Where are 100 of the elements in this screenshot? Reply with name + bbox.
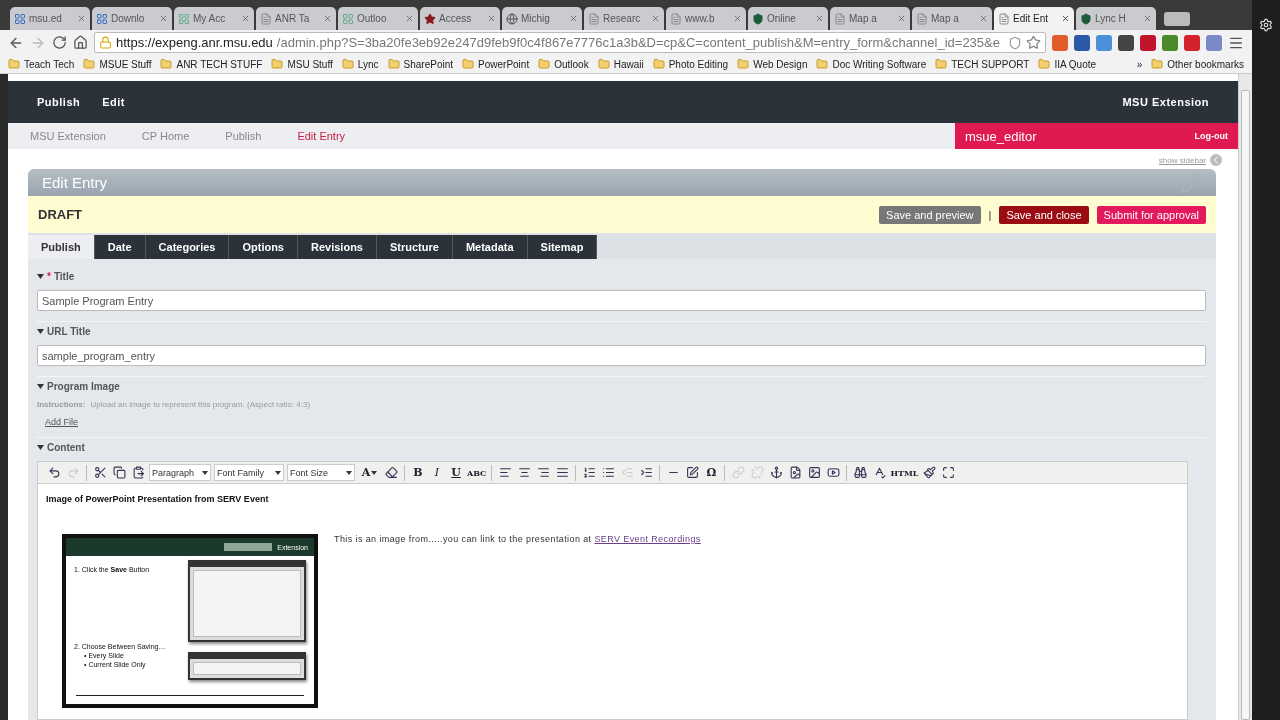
bookmark[interactable]: Photo Editing — [652, 58, 729, 70]
close-icon[interactable] — [241, 14, 250, 23]
bookmark[interactable]: Doc Writing Software — [816, 58, 927, 70]
indent-icon[interactable] — [640, 466, 653, 479]
add-file-link[interactable]: Add File — [45, 417, 1206, 427]
logout-link[interactable]: Log-out — [1194, 131, 1228, 141]
tab[interactable]: Structure — [376, 235, 453, 259]
bookmark[interactable]: SharePoint — [387, 58, 454, 70]
extension-icon[interactable] — [1074, 34, 1090, 51]
tab[interactable]: Date — [94, 235, 146, 259]
sidebar-toggle-icon[interactable] — [1210, 154, 1222, 166]
home-icon[interactable] — [73, 35, 88, 50]
browser-tab[interactable]: Online — [748, 7, 828, 30]
browser-tab[interactable]: Researc — [584, 7, 664, 30]
format-button[interactable]: HTML — [890, 467, 919, 478]
browser-tab[interactable]: Map a — [830, 7, 910, 30]
format-button[interactable]: Ω — [703, 466, 720, 479]
extension-icon[interactable] — [1184, 34, 1200, 51]
recordings-link[interactable]: SERV Event Recordings — [594, 534, 701, 544]
scissors-icon[interactable] — [93, 466, 107, 479]
bookmark[interactable]: MSU Stuff — [271, 58, 333, 70]
edit-icon[interactable] — [686, 466, 699, 479]
format-button[interactable]: ABC — [467, 467, 487, 478]
bookmark[interactable]: IIA Quote — [1038, 58, 1097, 70]
text-field[interactable]: Sample Program Entry — [37, 290, 1206, 311]
close-icon[interactable] — [651, 14, 660, 23]
bookmark[interactable]: Teach Tech — [8, 58, 75, 70]
nav-link[interactable]: Edit — [93, 90, 134, 114]
align-right-icon[interactable] — [537, 466, 550, 479]
close-icon[interactable] — [733, 14, 742, 23]
close-icon[interactable] — [569, 14, 578, 23]
close-icon[interactable] — [979, 14, 988, 23]
binoculars-icon[interactable] — [854, 466, 867, 479]
video-icon[interactable] — [827, 466, 840, 479]
eraser-icon[interactable] — [384, 466, 398, 479]
tab[interactable]: Sitemap — [527, 235, 598, 259]
shield-icon[interactable] — [1008, 35, 1022, 50]
browser-tab[interactable]: msu.ed — [10, 7, 90, 30]
bookmark[interactable]: Other bookmarks — [1151, 58, 1244, 70]
close-icon[interactable] — [159, 14, 168, 23]
close-icon[interactable] — [815, 14, 824, 23]
action-button[interactable]: Save and close — [999, 205, 1089, 224]
format-button[interactable]: I — [429, 466, 445, 479]
browser-tab[interactable]: www.b — [666, 7, 746, 30]
numbered-list-icon[interactable] — [583, 466, 596, 479]
align-center-icon[interactable] — [518, 466, 531, 479]
browser-tab[interactable]: Michig — [502, 7, 582, 30]
close-icon[interactable] — [487, 14, 496, 23]
browser-tab[interactable]: ANR Ta — [256, 7, 336, 30]
text-field[interactable]: sample_program_entry — [37, 345, 1206, 366]
bookmark[interactable]: PowerPoint — [462, 58, 530, 70]
browser-tab[interactable]: Map a — [912, 7, 992, 30]
bookmark[interactable]: Hawaii — [597, 58, 644, 70]
bookmark[interactable]: ANR TECH STUFF — [160, 58, 263, 70]
browser-tab[interactable]: My Acc — [174, 7, 254, 30]
bookmark[interactable]: Outlook — [538, 58, 589, 70]
spellcheck-icon[interactable] — [873, 466, 886, 479]
browser-tab[interactable]: Lync H — [1076, 7, 1156, 30]
close-icon[interactable] — [323, 14, 332, 23]
bookmark[interactable]: TECH SUPPORT — [935, 58, 1030, 70]
dropdown[interactable]: Font Family — [214, 464, 284, 481]
format-button[interactable]: B — [410, 466, 426, 479]
close-icon[interactable] — [897, 14, 906, 23]
collapse-caret-icon[interactable] — [37, 445, 44, 450]
text-color-button[interactable]: A — [358, 464, 380, 481]
bookmark[interactable]: MSUE Stuff — [83, 58, 152, 70]
close-icon[interactable] — [1061, 14, 1070, 23]
nav-link[interactable]: Publish — [28, 90, 90, 114]
extension-icon[interactable] — [1118, 34, 1134, 51]
settings-icon[interactable] — [1259, 18, 1273, 32]
tab[interactable]: Publish — [28, 235, 95, 259]
bookmark[interactable]: Web Design — [737, 58, 808, 70]
browser-tab[interactable]: Edit Ent — [994, 7, 1074, 30]
extension-icon[interactable] — [1140, 34, 1156, 51]
bookmark[interactable]: Lync — [341, 58, 379, 70]
close-icon[interactable] — [405, 14, 414, 23]
star-icon[interactable] — [1026, 35, 1041, 50]
bullet-list-icon[interactable] — [602, 466, 615, 479]
collapse-caret-icon[interactable] — [37, 384, 44, 389]
copy-icon[interactable] — [112, 466, 126, 479]
tab[interactable]: Options — [229, 235, 298, 259]
browser-tab[interactable]: Access — [420, 7, 500, 30]
brush-icon[interactable] — [923, 466, 936, 479]
collapse-caret-icon[interactable] — [37, 274, 44, 279]
browser-tab[interactable]: Downlo — [92, 7, 172, 30]
paste-icon[interactable] — [131, 466, 145, 479]
tab[interactable]: Categories — [145, 235, 230, 259]
editor-body[interactable] — [38, 484, 1187, 719]
browser-tab[interactable]: Outloo — [338, 7, 418, 30]
file-icon[interactable] — [789, 466, 802, 479]
tab[interactable]: Metadata — [452, 235, 528, 259]
collapse-caret-icon[interactable] — [37, 329, 44, 334]
reload-icon[interactable] — [52, 35, 67, 50]
dropdown[interactable]: Font Size — [287, 464, 355, 481]
breadcrumb-link[interactable]: Edit Entry — [275, 130, 360, 142]
format-button[interactable]: U — [448, 466, 464, 479]
dropdown[interactable]: Paragraph — [149, 464, 211, 481]
extension-icon[interactable] — [1162, 34, 1178, 51]
close-icon[interactable] — [1143, 14, 1152, 23]
action-button[interactable]: Submit for approval — [1096, 205, 1206, 224]
